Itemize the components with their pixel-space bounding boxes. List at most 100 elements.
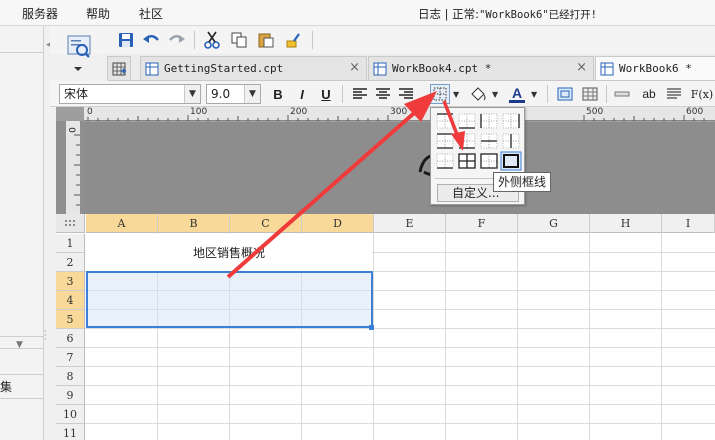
cut-icon xyxy=(204,31,220,49)
chevron-down-icon[interactable]: ▼ xyxy=(184,85,200,103)
column-header[interactable]: G xyxy=(518,214,590,233)
save-icon xyxy=(119,33,133,47)
row-header[interactable]: 9 xyxy=(56,386,85,405)
column-header[interactable]: A xyxy=(86,214,158,233)
gridline xyxy=(373,233,374,440)
merge-cells-button[interactable] xyxy=(580,84,600,104)
ruler-label: 500 xyxy=(586,107,604,117)
paste-button[interactable] xyxy=(255,29,277,51)
italic-button[interactable]: I xyxy=(292,84,312,104)
spreadsheet-grid[interactable]: A B C D E F G H I 1 2 3 4 5 6 7 8 9 10 1… xyxy=(56,214,715,440)
paragraph-button[interactable] xyxy=(664,84,684,104)
bold-button[interactable]: B xyxy=(268,84,288,104)
column-header[interactable]: H xyxy=(590,214,662,233)
undo-button[interactable] xyxy=(140,29,162,51)
row-header[interactable]: 10 xyxy=(56,405,85,424)
cell-attr-button[interactable] xyxy=(555,84,575,104)
undo-icon xyxy=(143,35,159,43)
font-name-select[interactable]: 宋体 ▼ xyxy=(59,84,201,104)
menu-server[interactable]: 服务器 xyxy=(22,5,58,22)
font-color-button[interactable]: A xyxy=(507,84,527,104)
text-button[interactable]: ab xyxy=(639,84,659,104)
column-header[interactable]: C xyxy=(230,214,302,233)
row-header[interactable]: 7 xyxy=(56,348,85,367)
column-header[interactable]: F xyxy=(446,214,518,233)
splitter-grip-icon[interactable]: · · · xyxy=(44,328,50,345)
gridline xyxy=(85,404,715,405)
gridline xyxy=(85,347,715,348)
fill-color-button[interactable] xyxy=(468,84,488,104)
status-text: 日志 | 正常:"WorkBook6"已经打开! xyxy=(418,6,597,22)
report-canvas[interactable] xyxy=(84,122,715,214)
cut-button[interactable] xyxy=(201,29,223,51)
column-header[interactable]: I xyxy=(662,214,715,233)
font-color-dropdown-arrow-icon[interactable]: ▼ xyxy=(531,90,537,99)
chevron-down-icon[interactable]: ▼ xyxy=(244,85,260,103)
tab-label: WorkBook6 * xyxy=(619,62,692,75)
border-dropdown-arrow-icon[interactable]: ▼ xyxy=(453,90,459,99)
merged-title-cell[interactable]: 地区销售概况 xyxy=(86,234,372,271)
design-area: 0 100 200 300 500 600 0 xyxy=(56,107,715,214)
divider xyxy=(0,52,44,53)
redo-icon xyxy=(169,35,185,43)
tab-gettingstarted[interactable]: GettingStarted.cpt × xyxy=(140,56,367,80)
align-right-icon xyxy=(399,88,413,99)
column-header[interactable]: E xyxy=(374,214,446,233)
column-header[interactable]: D xyxy=(302,214,374,233)
font-name-value: 宋体 xyxy=(64,87,89,101)
divider xyxy=(0,374,44,375)
gridline xyxy=(85,366,715,367)
tab-workbook6[interactable]: WorkBook6 * xyxy=(595,56,715,80)
underline-button[interactable]: U xyxy=(316,84,336,104)
new-tab-button[interactable] xyxy=(107,56,131,80)
ruler-ticks xyxy=(74,134,80,206)
align-right-button[interactable] xyxy=(396,84,416,104)
preview-button[interactable] xyxy=(60,32,96,76)
fill-handle[interactable] xyxy=(369,325,374,330)
formula-button[interactable]: F(x) xyxy=(690,84,714,104)
horizontal-ruler: 0 100 200 300 500 600 xyxy=(84,107,715,121)
row-header[interactable]: 2 xyxy=(56,253,85,272)
row-header[interactable]: 8 xyxy=(56,367,85,386)
ruler-label: 300 xyxy=(390,107,408,117)
preview-icon xyxy=(67,35,91,71)
menu-bar: 服务器 帮助 社区 日志 | 正常:"WorkBook6"已经打开! xyxy=(0,0,715,26)
copy-button[interactable] xyxy=(228,29,250,51)
row-header[interactable]: 5 xyxy=(56,310,85,329)
collapse-arrow-icon[interactable]: ▼ xyxy=(16,340,23,350)
main-toolbar xyxy=(50,26,715,54)
tab-close-icon[interactable]: × xyxy=(349,60,360,75)
report-file-icon xyxy=(145,62,159,75)
vertical-ruler: 0 xyxy=(66,121,80,214)
format-painter-button[interactable] xyxy=(282,29,304,51)
row-header[interactable]: 1 xyxy=(56,234,85,253)
fill-dropdown-arrow-icon[interactable]: ▼ xyxy=(492,90,498,99)
align-center-button[interactable] xyxy=(373,84,393,104)
gridline xyxy=(589,233,590,440)
divider xyxy=(0,336,44,337)
row-header[interactable]: 4 xyxy=(56,291,85,310)
align-left-button[interactable] xyxy=(350,84,370,104)
gridline xyxy=(661,233,662,440)
tooltip: 外侧框线 xyxy=(493,172,552,192)
font-size-select[interactable]: 9.0 ▼ xyxy=(206,84,261,104)
menu-help[interactable]: 帮助 xyxy=(86,5,110,22)
tab-close-icon[interactable]: × xyxy=(576,60,587,75)
row-header[interactable]: 6 xyxy=(56,329,85,348)
row-header[interactable]: 3 xyxy=(56,272,85,291)
menu-community[interactable]: 社区 xyxy=(139,5,163,22)
border-icon xyxy=(433,87,447,101)
border-button[interactable] xyxy=(430,84,450,104)
column-header[interactable]: B xyxy=(158,214,230,233)
row-header[interactable]: 11 xyxy=(56,424,85,440)
insert-bar-button[interactable] xyxy=(612,84,632,104)
select-all-corner[interactable] xyxy=(56,214,85,233)
save-button[interactable] xyxy=(115,29,137,51)
grid-icon xyxy=(582,87,598,101)
tab-label: GettingStarted.cpt xyxy=(164,62,284,75)
ruler-label: 600 xyxy=(686,107,704,117)
cell-selection[interactable] xyxy=(86,271,373,328)
redo-button[interactable] xyxy=(166,29,188,51)
tab-workbook4[interactable]: WorkBook4.cpt * × xyxy=(368,56,594,80)
left-panel-label[interactable]: 集 xyxy=(0,378,12,395)
